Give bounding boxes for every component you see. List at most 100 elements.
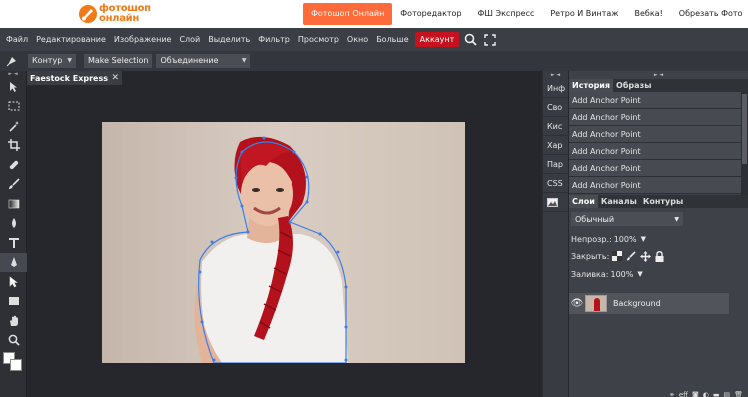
brush-icon[interactable] <box>0 175 27 195</box>
move-icon[interactable] <box>0 77 27 97</box>
search-icon[interactable] <box>461 31 479 49</box>
lock-label: Закрыть: <box>571 251 610 261</box>
history-item[interactable]: Add Anchor Point <box>569 143 741 160</box>
options-bar: Контур ▼ Make Selection Объединение ▼ <box>0 51 748 71</box>
lock-brush-icon[interactable] <box>626 251 636 261</box>
layer-thumbnail-figure <box>594 298 600 311</box>
path-select-icon[interactable] <box>0 272 27 292</box>
crop-icon[interactable] <box>0 136 27 156</box>
layer-row-background[interactable]: 👁 Background <box>569 293 729 314</box>
menu-filter[interactable]: Фильтр <box>254 35 294 44</box>
panel-properties[interactable]: Сво <box>543 98 568 117</box>
logo-line-2: онлайн <box>99 13 139 24</box>
portrait-photo <box>102 122 465 363</box>
image-icon <box>547 197 558 207</box>
opacity-label: Непрозр.: <box>571 234 612 244</box>
image-canvas[interactable] <box>102 122 465 363</box>
pen-tool-icon[interactable] <box>0 252 27 272</box>
menu-layer[interactable]: Слой <box>175 35 204 44</box>
shape-icon[interactable] <box>0 292 27 312</box>
opacity-value[interactable]: 100% <box>614 235 637 244</box>
blend-mode-value: Обычный <box>575 214 615 224</box>
hand-icon[interactable] <box>0 311 27 331</box>
menu-more[interactable]: Больше <box>372 35 412 44</box>
magic-wand-icon[interactable] <box>0 116 27 136</box>
layers-bottom-toolbar: ⚭ eff ◙ ◐ ▬ ▤ 🗑 <box>569 389 748 397</box>
tools-panel: ► ◄ <box>0 71 27 397</box>
menu-view[interactable]: Просмотр <box>294 35 343 44</box>
nav-retro-vintage[interactable]: Ретро И Винтаж <box>542 3 626 25</box>
adjustment-icon[interactable]: ◐ <box>703 391 709 397</box>
pen-icon <box>0 51 24 71</box>
fullscreen-icon[interactable] <box>481 31 499 49</box>
new-layer-icon[interactable]: ▤ <box>723 391 730 397</box>
fill-label: Заливка: <box>571 269 609 279</box>
make-selection-button[interactable]: Make Selection <box>84 54 153 68</box>
panel-info[interactable]: Инф <box>543 79 568 98</box>
color-swatches[interactable] <box>0 350 27 380</box>
chevron-down-icon: ▼ <box>67 57 72 64</box>
menu-file[interactable]: Файл <box>2 35 32 44</box>
blend-mode-select[interactable]: Обычный ▼ <box>571 212 683 226</box>
menu-edit[interactable]: Редактирование <box>32 35 110 44</box>
path-mode-select[interactable]: Контур ▼ <box>28 54 76 68</box>
chevron-down-icon[interactable]: ▼ <box>637 270 642 278</box>
healing-icon[interactable] <box>0 155 27 175</box>
nav-photo-editor[interactable]: Фоторедактор <box>392 3 469 25</box>
panel-image[interactable] <box>543 193 568 212</box>
document-title: Faestock Expressio <box>30 73 108 83</box>
menu-image[interactable]: Изображение <box>110 35 176 44</box>
layer-name: Background <box>613 299 661 308</box>
document-tab[interactable]: Faestock Expressio ✕ <box>27 71 122 85</box>
menu-bar: Файл Редактирование Изображение Слой Выд… <box>0 28 748 51</box>
account-button[interactable]: Аккаунт <box>414 32 460 47</box>
menu-select[interactable]: Выделить <box>204 35 254 44</box>
close-icon[interactable]: ✕ <box>111 73 119 83</box>
history-item[interactable]: Add Anchor Point <box>569 109 741 126</box>
tab-swatches[interactable]: Образы <box>613 79 654 92</box>
background-color-swatch[interactable] <box>10 359 22 371</box>
history-scrollbar[interactable] <box>741 92 748 195</box>
history-item[interactable]: Add Anchor Point <box>569 160 741 177</box>
tab-paths[interactable]: Контуры <box>640 195 686 208</box>
link-icon[interactable]: ⚭ <box>669 391 675 397</box>
history-item[interactable]: Add Anchor Point <box>569 177 741 194</box>
zoom-icon[interactable] <box>0 331 27 351</box>
nav-webcam[interactable]: Вебка! <box>627 3 671 25</box>
gradient-icon[interactable] <box>0 194 27 214</box>
blur-icon[interactable] <box>0 214 27 234</box>
menu-window[interactable]: Окно <box>343 35 372 44</box>
effects-icon[interactable]: eff <box>679 391 688 397</box>
marquee-icon[interactable] <box>0 97 27 117</box>
tab-channels[interactable]: Каналы <box>598 195 640 208</box>
folder-icon[interactable]: ▬ <box>713 391 720 397</box>
history-item[interactable]: Add Anchor Point <box>569 92 741 109</box>
eye-icon[interactable]: 👁 <box>569 298 585 309</box>
chevron-down-icon[interactable]: ▼ <box>641 235 646 243</box>
nav-crop-photo[interactable]: Обрезать Фото <box>671 3 748 25</box>
mask-icon[interactable]: ◙ <box>692 391 699 397</box>
type-icon[interactable] <box>0 233 27 253</box>
layers-panel: Обычный ▼ Непрозр.: 100% ▼ Закрыть: Залив… <box>569 212 748 397</box>
brush-logo-icon <box>79 5 97 23</box>
panel-characters[interactable]: Хар <box>543 136 568 155</box>
right-panel-arrows[interactable]: ► ◄ <box>569 71 748 79</box>
panel-css[interactable]: CSS <box>543 174 568 193</box>
lock-all-icon[interactable] <box>655 250 664 262</box>
site-logo[interactable]: фотошоп онлайн <box>78 1 151 27</box>
tab-layers[interactable]: Слои <box>569 195 598 208</box>
panel-paragraph[interactable]: Пар <box>543 155 568 174</box>
history-scroll-thumb[interactable] <box>742 94 747 164</box>
trash-icon[interactable]: 🗑 <box>734 391 743 397</box>
nav-photoshop-online[interactable]: Фотошоп Онлайн <box>303 3 393 25</box>
lock-transparency-icon[interactable] <box>612 251 623 261</box>
fill-value[interactable]: 100% <box>611 270 634 279</box>
nav-express[interactable]: ФШ Экспресс <box>470 3 543 25</box>
panel-brushes[interactable]: Кис <box>543 117 568 136</box>
mini-panel-arrows[interactable]: ► ◄ <box>543 71 568 79</box>
tab-history[interactable]: История <box>569 79 614 92</box>
lock-move-icon[interactable] <box>640 250 652 262</box>
combine-mode-select[interactable]: Объединение ▼ <box>156 54 251 68</box>
layer-thumbnail <box>585 295 607 312</box>
history-item[interactable]: Add Anchor Point <box>569 126 741 143</box>
